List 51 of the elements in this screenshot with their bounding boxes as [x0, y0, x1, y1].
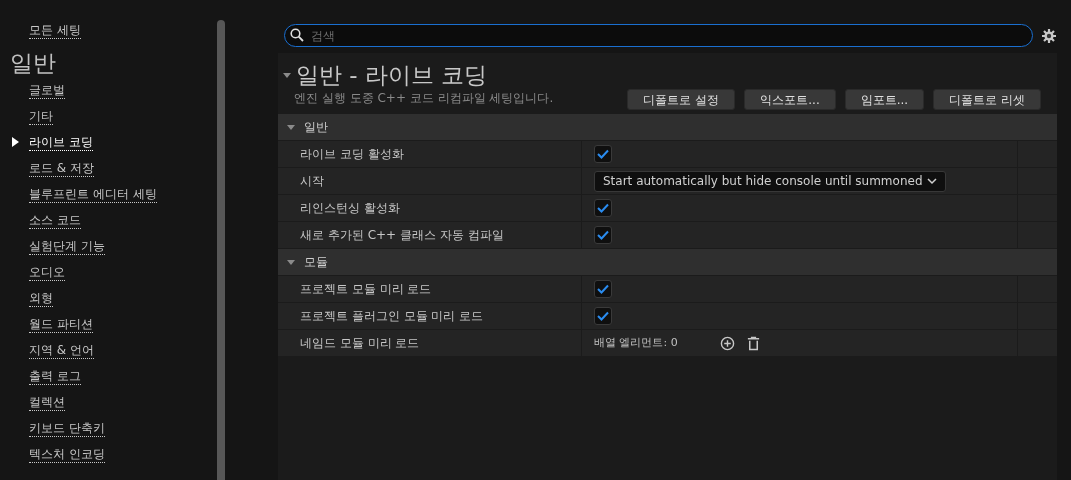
dropdown[interactable]: Start automatically but hide console until summoned	[594, 170, 946, 192]
sidebar-item[interactable]: 월드 파티션	[29, 315, 93, 333]
array-count: 배열 엘리먼트: 0	[594, 334, 679, 351]
sidebar-item[interactable]: 지역 & 언어	[29, 341, 94, 359]
sidebar-item[interactable]: 로드 & 저장	[29, 159, 94, 177]
toolbar-button[interactable]: 디폴트로 리셋	[933, 89, 1041, 110]
group-header[interactable]: 일반	[278, 114, 1057, 141]
group-caret-icon[interactable]	[286, 122, 296, 132]
collapse-caret-icon[interactable]	[282, 70, 292, 80]
sidebar-item[interactable]: 컬렉션	[29, 393, 65, 411]
property-label: 새로 추가된 C++ 클래스 자동 컴파일	[300, 227, 504, 244]
checkbox[interactable]	[594, 226, 612, 244]
sidebar-item[interactable]: 라이브 코딩	[29, 133, 93, 151]
sidebar-item[interactable]: 실험단계 기능	[29, 237, 105, 255]
sidebar-item[interactable]: 오디오	[29, 263, 65, 281]
sidebar-item[interactable]: 키보드 단축키	[29, 419, 105, 437]
search-icon	[290, 28, 304, 42]
property-label: 네임드 모듈 미리 로드	[300, 335, 420, 352]
property-label: 프로젝트 플러그인 모듈 미리 로드	[300, 308, 484, 325]
checkbox[interactable]	[594, 280, 612, 298]
sidebar-item[interactable]: 텍스처 인코딩	[29, 445, 105, 463]
add-icon[interactable]	[720, 335, 735, 351]
sidebar-item[interactable]: 기타	[29, 107, 53, 125]
group-header[interactable]: 모듈	[278, 249, 1057, 276]
group-title: 일반	[304, 119, 328, 136]
page-title: 일반 - 라이브 코딩	[296, 61, 488, 89]
property-label: 시작	[300, 173, 324, 190]
toolbar-button[interactable]: 임포트...	[844, 89, 925, 110]
settings-icon[interactable]	[1041, 27, 1057, 44]
checkbox[interactable]	[594, 145, 612, 163]
all-settings-link[interactable]: 모든 세팅	[29, 22, 81, 39]
sidebar-item[interactable]: 블루프린트 에디터 세팅	[29, 185, 157, 203]
page-description: 엔진 실행 도중 C++ 코드 리컴파일 세팅입니다.	[294, 90, 554, 107]
group-caret-icon[interactable]	[286, 257, 296, 267]
scrollbar[interactable]	[217, 20, 225, 480]
group-title: 모듈	[304, 254, 328, 271]
chevron-down-icon	[926, 177, 937, 185]
sidebar-item[interactable]: 소스 코드	[29, 211, 81, 229]
section-title: 일반	[10, 49, 57, 78]
checkbox[interactable]	[594, 199, 612, 217]
toolbar-button[interactable]: 디폴트로 설정	[627, 89, 736, 110]
sidebar-item[interactable]: 외형	[29, 289, 53, 307]
sidebar-item[interactable]: 출력 로그	[29, 367, 81, 385]
property-label: 프로젝트 모듈 미리 로드	[300, 281, 432, 298]
property-label: 리인스턴싱 활성화	[300, 200, 400, 217]
sidebar-item[interactable]: 글로벌	[29, 81, 65, 99]
property-label: 라이브 코딩 활성화	[300, 146, 404, 163]
checkbox[interactable]	[594, 307, 612, 325]
search-field[interactable]: 검색	[284, 24, 1033, 47]
toolbar-button[interactable]: 익스포트...	[744, 89, 836, 110]
trash-icon[interactable]	[746, 335, 761, 351]
